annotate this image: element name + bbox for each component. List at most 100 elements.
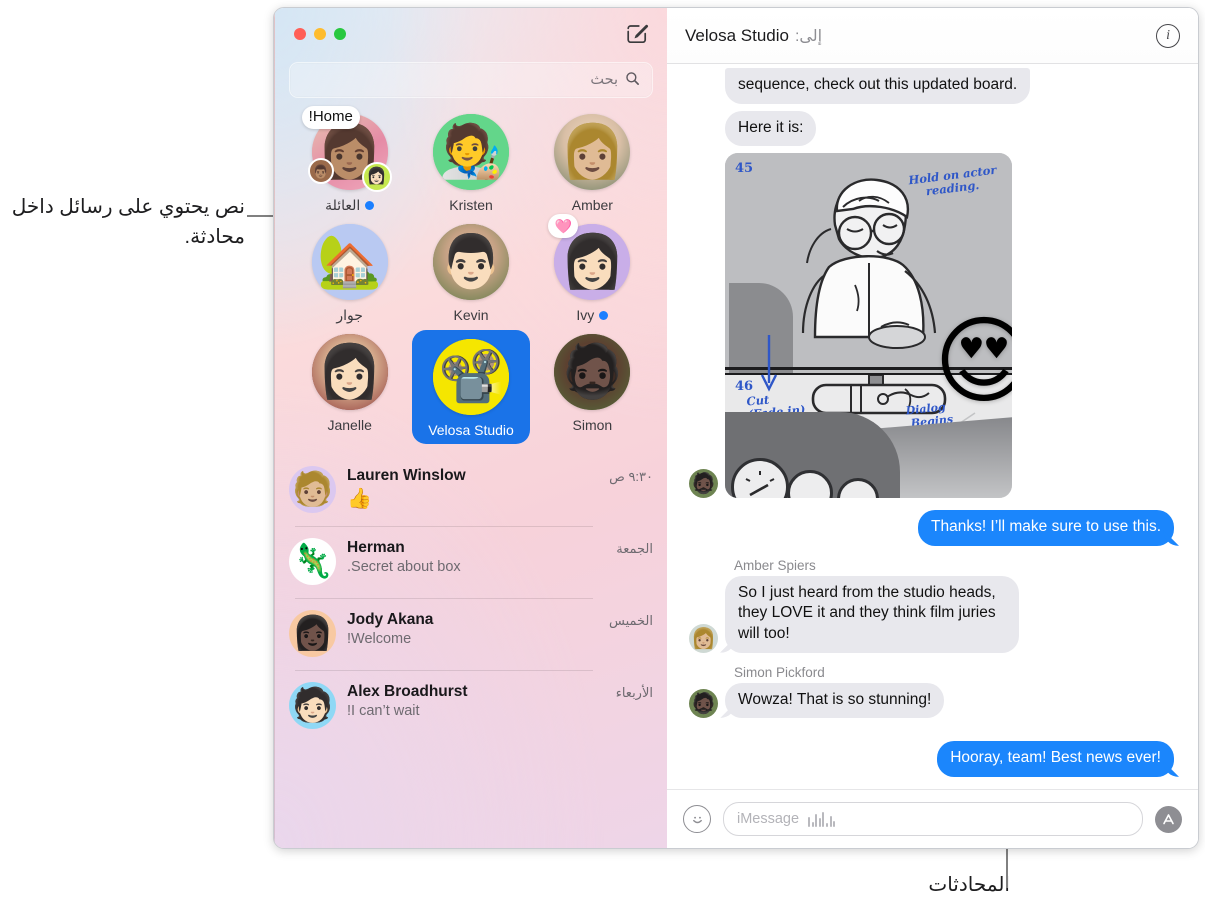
pinned-label: Velosa Studio: [428, 422, 514, 438]
avatar: 👩🏼: [689, 623, 718, 653]
message-sender-name: Simon Pickford: [734, 664, 825, 680]
conversation-name: Alex Broadhurst: [347, 683, 468, 700]
message-row: Here it is:: [689, 110, 1174, 147]
window-traffic-lights: [294, 28, 346, 40]
imessage-input[interactable]: iMessage: [723, 802, 1143, 836]
sidebar-titlebar: [275, 8, 667, 60]
avatar: 🧑‍🎨: [433, 114, 510, 190]
conversation-timestamp: ٩:٣٠ ص: [609, 469, 653, 484]
conversation-row-lauren-winslow[interactable]: 🧑🏼 Lauren Winslow 👍 ٩:٣٠ ص: [289, 454, 653, 526]
avatar: 🧑🏼: [289, 466, 336, 513]
messages-app-window: بحث 👩🏼 Amber 🧑‍🎨 Kristen: [273, 7, 1199, 849]
conversation-preview: Welcome!: [347, 631, 412, 648]
message-row: sequence, check out this updated board.: [689, 68, 1174, 104]
pinned-conversations-grid: 👩🏼 Amber 🧑‍🎨 Kristen 👩🏽 Home! 👩: [275, 106, 667, 444]
zoom-button[interactable]: [334, 28, 346, 40]
avatar: 👩🏿: [289, 610, 336, 657]
conversations-sidebar: بحث 👩🏼 Amber 🧑‍🎨 Kristen: [274, 8, 667, 848]
pinned-message-badge: Home!: [301, 106, 360, 129]
callout-leader-line-bottom: [1006, 848, 1008, 888]
pinned-conversation-kevin[interactable]: 👨🏻 Kevin: [412, 220, 530, 324]
avatar: 🦎: [289, 538, 336, 585]
conversation-preview: Secret about box.: [347, 559, 461, 576]
pinned-conversation-janelle[interactable]: 👩🏻 Janelle: [291, 330, 409, 444]
pinned-conversation-neighborhood[interactable]: 🏡 جوار: [291, 220, 409, 324]
minimize-button[interactable]: [314, 28, 326, 40]
search-placeholder: بحث: [590, 72, 618, 88]
pinned-label: Kevin: [453, 307, 489, 323]
pinned-label: Simon: [572, 417, 613, 433]
message-row: Thanks! I’ll make sure to use this.: [689, 510, 1174, 546]
frame-number-bottom: 46: [735, 379, 754, 395]
storyboard-image: 45 Hold on actor reading. 46 Cut (Fade i…: [725, 153, 1012, 499]
heart-tapback-icon: 🩷: [548, 214, 579, 238]
avatar: 🧔🏿: [689, 689, 718, 719]
imessage-placeholder: iMessage: [737, 811, 800, 827]
avatar: 🧔🏿: [554, 334, 631, 410]
conversation-row-herman[interactable]: 🦎 Herman Secret about box. الجمعة: [289, 526, 653, 598]
avatar: 👩🏼: [554, 114, 631, 190]
message-bubble: Hooray, team! Best news ever!: [937, 741, 1174, 777]
app-store-icon[interactable]: [1155, 805, 1182, 833]
search-input[interactable]: بحث: [289, 62, 653, 98]
unread-indicator: [599, 310, 609, 320]
message-sender-name: Amber Spiers: [734, 557, 816, 573]
conversation-recipient[interactable]: إلى: Velosa Studio: [685, 26, 822, 46]
pinned-conversation-ivy[interactable]: 👩🏻 🩷 Ivy: [533, 214, 651, 324]
conversation-header: إلى: Velosa Studio i: [667, 8, 1198, 64]
avatar: 👨🏻: [433, 224, 510, 300]
pinned-conversation-amber[interactable]: 👩🏼 Amber: [533, 110, 651, 214]
info-icon[interactable]: i: [1156, 23, 1180, 48]
group-member-avatar: 👨🏽: [307, 158, 334, 184]
messages-thread[interactable]: sequence, check out this updated board. …: [667, 64, 1198, 789]
pinned-conversation-kristen[interactable]: 🧑‍🎨 Kristen: [412, 110, 530, 214]
conversation-name: Lauren Winslow: [347, 467, 466, 484]
conversation-preview: I can’t wait!: [347, 703, 420, 720]
sketch-arrow-icon: [760, 335, 778, 392]
pinned-conversation-velosa-studio[interactable]: 📽️ Velosa Studio: [412, 330, 531, 444]
conversation-timestamp: الجمعة: [616, 541, 653, 556]
message-bubble: sequence, check out this updated board.: [725, 68, 1031, 104]
callout-label-messages-text: نص يحتوي على رسائل داخل محادثة.: [11, 196, 245, 248]
audio-waveform-icon[interactable]: [808, 811, 836, 827]
storyboard-attachment[interactable]: 45 Hold on actor reading. 46 Cut (Fade i…: [725, 153, 1012, 499]
pinned-label: جوار: [336, 307, 363, 323]
callout-label-conversations: المحادثات: [928, 874, 1010, 896]
conversation-row-alex-broadhurst[interactable]: 🧑🏻 Alex Broadhurst I can’t wait! الأربعا…: [289, 670, 653, 742]
avatar: 👩🏽 Home! 👩🏻 👨🏽: [301, 106, 392, 192]
pinned-label: Ivy: [576, 307, 609, 323]
pinned-conversation-family[interactable]: 👩🏽 Home! 👩🏻 👨🏽 العائلة: [291, 106, 409, 214]
message-row-attachment: 🧔🏿 45 Hold on actor reading. 46 Cut in) …: [689, 153, 1174, 499]
message-row: Hooray, team! Best news ever!: [689, 741, 1174, 777]
avatar: 🧔🏿: [689, 469, 718, 499]
avatar: 👩🏻 🩷: [548, 214, 631, 300]
conversation-list: 🧑🏼 Lauren Winslow 👍 ٩:٣٠ ص 🦎 Herman Secr…: [275, 454, 667, 848]
compose-icon[interactable]: [625, 22, 649, 46]
pinned-label: Kristen: [449, 197, 493, 213]
close-button[interactable]: [294, 28, 306, 40]
frame-number-top: 45: [735, 161, 754, 177]
avatar: 📽️: [433, 339, 510, 415]
avatar: 👩🏻: [311, 334, 388, 410]
message-row: 🧔🏿 Wowza! That is so stunning!: [689, 682, 1174, 719]
avatar: 🏡: [311, 224, 388, 300]
sketch-gauge: [731, 458, 789, 499]
pinned-label: العائلة: [325, 197, 375, 214]
emoji-smiley-icon[interactable]: [683, 805, 711, 833]
to-label: إلى:: [794, 27, 823, 45]
pinned-label: Amber: [571, 197, 613, 213]
message-row: 👩🏼 So I just heard from the studio heads…: [689, 575, 1174, 653]
reaction-emoji: 😍: [934, 314, 1012, 410]
group-member-avatar: 👩🏻: [361, 162, 392, 192]
unread-indicator: [365, 201, 375, 210]
conversation-row-jody-akana[interactable]: 👩🏿 Jody Akana Welcome! الخميس: [289, 598, 653, 670]
avatar: 🧑🏻: [289, 682, 336, 729]
conversation-timestamp: الخميس: [609, 613, 653, 628]
message-bubble: So I just heard from the studio heads, t…: [725, 575, 1019, 653]
pinned-conversation-simon[interactable]: 🧔🏿 Simon: [533, 330, 651, 444]
conversation-name: Herman: [347, 539, 405, 556]
search-icon: [625, 71, 640, 89]
message-bubble: Thanks! I’ll make sure to use this.: [917, 510, 1174, 546]
conversation-pane: إلى: Velosa Studio i sequence, check out…: [667, 8, 1198, 848]
conversation-name: Jody Akana: [347, 611, 434, 628]
